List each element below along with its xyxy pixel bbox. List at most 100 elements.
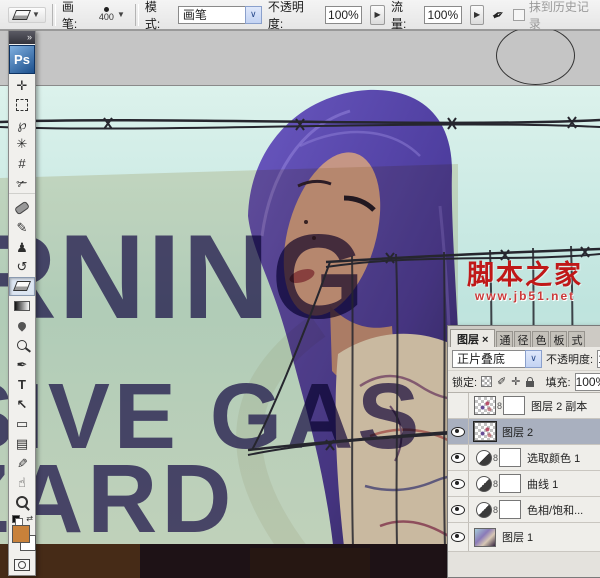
brush-label: 画笔: bbox=[62, 0, 89, 32]
lock-position-icon[interactable]: ✛ bbox=[511, 375, 520, 388]
notes-tool[interactable]: ▤ bbox=[9, 434, 35, 454]
color-swatches: ⇄ bbox=[9, 514, 35, 555]
flow-input[interactable]: 100% bbox=[424, 6, 462, 24]
adjustment-layer-icon[interactable] bbox=[476, 450, 492, 466]
lock-all-icon[interactable] bbox=[526, 381, 534, 387]
path-select-tool[interactable]: ↖ bbox=[9, 394, 35, 414]
path-select-icon: ↖ bbox=[17, 398, 28, 411]
layer-name[interactable]: 选取颜色 1 bbox=[527, 450, 580, 466]
lock-transparency-icon[interactable] bbox=[481, 376, 492, 387]
layer-row-selective-color[interactable]: 8 选取颜色 1 bbox=[448, 445, 600, 471]
shape-icon: ▭ bbox=[16, 417, 28, 430]
zoom-tool[interactable] bbox=[9, 493, 35, 513]
layer-row-layer1[interactable]: 图层 1 bbox=[448, 523, 600, 552]
layer-mask-thumbnail[interactable] bbox=[499, 448, 521, 467]
tab-color[interactable]: 色 bbox=[532, 331, 549, 347]
quick-mask-icon bbox=[14, 559, 30, 571]
visibility-toggle[interactable] bbox=[448, 471, 469, 496]
visibility-toggle[interactable] bbox=[448, 419, 469, 444]
layer-mask-thumbnail[interactable] bbox=[503, 396, 525, 415]
magic-wand-icon: ✳ bbox=[17, 137, 28, 150]
layer-thumbnail[interactable] bbox=[474, 422, 496, 441]
active-tool-preset-button[interactable]: ▼ bbox=[8, 7, 46, 23]
mode-select[interactable]: 画笔 ∨ bbox=[178, 6, 262, 24]
fill-label: 填充: bbox=[546, 374, 571, 390]
lasso-tool[interactable]: ℘ bbox=[9, 115, 35, 135]
crop-icon: # bbox=[18, 157, 25, 170]
marquee-tool[interactable] bbox=[9, 95, 35, 115]
tab-layers[interactable]: 图层 × bbox=[450, 329, 495, 347]
adjustment-layer-icon[interactable] bbox=[476, 502, 492, 518]
erase-to-history-checkbox[interactable] bbox=[513, 9, 525, 21]
layer-thumbnail[interactable] bbox=[474, 396, 496, 415]
layer-mask-thumbnail[interactable] bbox=[499, 500, 521, 519]
flow-slider-button[interactable]: ▶ bbox=[470, 5, 485, 25]
dodge-tool[interactable] bbox=[9, 336, 35, 356]
gradient-tool[interactable] bbox=[9, 296, 35, 316]
opacity-input[interactable]: 100% bbox=[325, 6, 363, 24]
lock-label: 锁定: bbox=[452, 374, 477, 390]
eraser-tool[interactable] bbox=[9, 277, 35, 297]
layer-name[interactable]: 曲线 1 bbox=[527, 476, 558, 492]
lock-pixels-icon[interactable]: ✐ bbox=[497, 375, 506, 388]
layer-name[interactable]: 图层 2 副本 bbox=[531, 398, 587, 414]
layer-row-curves[interactable]: 8 曲线 1 bbox=[448, 471, 600, 497]
history-brush-icon: ↺ bbox=[17, 260, 28, 273]
tab-styles[interactable]: 式 bbox=[568, 331, 585, 347]
blur-tool[interactable] bbox=[9, 316, 35, 336]
brush-tool[interactable]: ✎ bbox=[9, 218, 35, 238]
foreground-color-swatch[interactable] bbox=[12, 525, 30, 543]
layer-name[interactable]: 图层 2 bbox=[502, 424, 533, 440]
visibility-toggle[interactable] bbox=[448, 497, 469, 522]
toolbox-collapse-button[interactable]: » bbox=[9, 31, 35, 44]
brush-preset-picker[interactable]: 400 ▼ bbox=[95, 6, 129, 23]
magic-wand-tool[interactable]: ✳ bbox=[9, 134, 35, 154]
hand-icon: ☝ bbox=[18, 476, 26, 489]
adjustment-layer-icon[interactable] bbox=[476, 476, 492, 492]
opacity-slider-button[interactable]: ▶ bbox=[370, 5, 385, 25]
clone-stamp-tool[interactable]: ♟ bbox=[9, 237, 35, 257]
airbrush-icon[interactable]: ✒ bbox=[489, 4, 509, 26]
tab-paths[interactable]: 径 bbox=[514, 331, 531, 347]
fill-input[interactable]: 100% bbox=[575, 373, 600, 391]
eyedropper-tool[interactable]: ✎ bbox=[9, 453, 35, 473]
healing-brush-tool[interactable] bbox=[9, 198, 35, 218]
panel-tab-bar: 图层 × 通 径 色 板 式 bbox=[448, 326, 600, 347]
history-brush-tool[interactable]: ↺ bbox=[9, 257, 35, 277]
visibility-toggle[interactable] bbox=[448, 445, 469, 470]
shape-tool[interactable]: ▭ bbox=[9, 414, 35, 434]
layer-name[interactable]: 色相/饱和... bbox=[527, 502, 583, 518]
layers-list: 8 图层 2 副本 图层 2 8 选取颜色 1 8 bbox=[448, 393, 600, 577]
ps-logo: Ps bbox=[9, 45, 35, 74]
pen-tool[interactable]: ✒ bbox=[9, 355, 35, 375]
layer-row-layer2[interactable]: 图层 2 bbox=[448, 419, 600, 445]
layer-mask-thumbnail[interactable] bbox=[499, 474, 521, 493]
chevron-down-icon[interactable]: ∨ bbox=[245, 6, 262, 24]
move-icon: ✛ bbox=[17, 79, 28, 92]
blend-mode-select[interactable]: 正片叠底 ∨ bbox=[452, 350, 542, 368]
move-tool[interactable]: ✛ bbox=[9, 75, 35, 95]
quick-mask-button[interactable] bbox=[9, 556, 35, 576]
layer-name[interactable]: 图层 1 bbox=[502, 529, 533, 545]
crop-tool[interactable]: # bbox=[9, 154, 35, 174]
pen-icon: ✒ bbox=[17, 358, 28, 371]
slice-tool[interactable]: ✃ bbox=[9, 173, 35, 193]
swap-colors-icon[interactable]: ⇄ bbox=[26, 514, 33, 523]
mask-link-icon: 8 bbox=[497, 401, 502, 411]
watermark-title: 脚本之家 bbox=[452, 262, 598, 289]
chevron-down-icon[interactable]: ∨ bbox=[525, 350, 542, 368]
layer-thumbnail[interactable] bbox=[474, 528, 496, 547]
dodge-icon bbox=[17, 340, 27, 350]
tab-swatches[interactable]: 板 bbox=[550, 331, 567, 347]
brush-icon: ✎ bbox=[17, 221, 28, 234]
flow-label: 流量: bbox=[391, 0, 418, 32]
layer-row-layer2-copy[interactable]: 8 图层 2 副本 bbox=[448, 393, 600, 419]
eraser-icon bbox=[12, 10, 31, 20]
tab-channels[interactable]: 通 bbox=[496, 331, 513, 347]
type-tool[interactable]: T bbox=[9, 375, 35, 395]
watermark-url: www.jb51.net bbox=[452, 289, 598, 303]
visibility-toggle[interactable] bbox=[448, 523, 469, 551]
hand-tool[interactable]: ☝ bbox=[9, 473, 35, 493]
layer-row-hue-saturation[interactable]: 8 色相/饱和... bbox=[448, 497, 600, 523]
visibility-toggle[interactable] bbox=[448, 393, 469, 418]
